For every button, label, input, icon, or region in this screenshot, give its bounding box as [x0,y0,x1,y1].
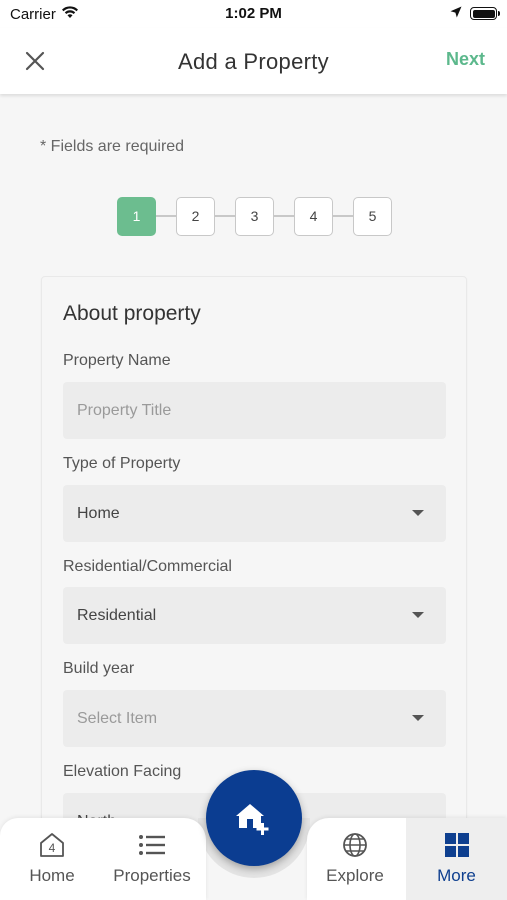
page-title: Add a Property [178,49,329,74]
property-type-select[interactable]: Home [63,485,446,542]
property-name-input[interactable]: Property Title [63,382,446,439]
list-icon [138,832,166,858]
nav-item-more[interactable]: More [406,818,507,900]
status-right [450,5,500,22]
residential-commercial-select[interactable]: Residential [63,587,446,644]
property-type-label: Type of Property [63,455,181,472]
property-type-value: Home [77,504,120,522]
step-connector [215,215,235,217]
nav-item-home[interactable]: 4 Home [14,818,90,900]
step-indicator: 1 2 3 4 5 [117,196,392,236]
next-button[interactable]: Next [446,49,485,70]
chevron-down-icon [412,715,424,721]
bottom-nav-left: 4 Home Properties [0,818,206,900]
property-name-placeholder: Property Title [77,401,172,419]
battery-icon [470,7,500,20]
step-2[interactable]: 2 [176,196,215,236]
home-badge-count: 4 [49,841,56,855]
nav-item-explore[interactable]: Explore [317,818,393,900]
nav-label-more: More [437,866,476,885]
add-home-icon [236,804,269,835]
property-name-label: Property Name [63,352,171,369]
home-badge-icon: 4 [38,832,66,858]
step-connector [274,215,294,217]
app-header: Add a Property Next [0,28,507,94]
step-5[interactable]: 5 [353,196,392,236]
residential-commercial-value: Residential [77,606,157,624]
step-connector [156,215,176,217]
section-title: About property [63,302,201,325]
build-year-select[interactable]: Select Item [63,690,446,747]
required-fields-note: * Fields are required [40,138,185,155]
grid-icon [444,832,470,858]
step-4[interactable]: 4 [294,196,333,236]
property-form-card: About property Property Name Property Ti… [41,276,467,837]
status-bar: Carrier 1:02 PM [0,0,507,28]
nav-label-home: Home [29,866,75,885]
step-1[interactable]: 1 [117,196,156,236]
nav-label-explore: Explore [326,866,384,885]
residential-commercial-label: Residential/Commercial [63,558,232,575]
add-property-fab[interactable] [206,770,302,866]
status-time: 1:02 PM [225,5,282,22]
chevron-down-icon [412,612,424,618]
step-connector [333,215,353,217]
nav-item-properties[interactable]: Properties [102,818,202,900]
build-year-label: Build year [63,660,135,677]
build-year-placeholder: Select Item [77,709,158,727]
bottom-nav-right: Explore More [307,818,507,900]
chevron-down-icon [412,510,424,516]
elevation-facing-label: Elevation Facing [63,763,182,780]
nav-label-properties: Properties [113,866,191,885]
step-3[interactable]: 3 [235,196,274,236]
location-arrow-icon [450,5,462,22]
globe-icon [342,832,368,858]
